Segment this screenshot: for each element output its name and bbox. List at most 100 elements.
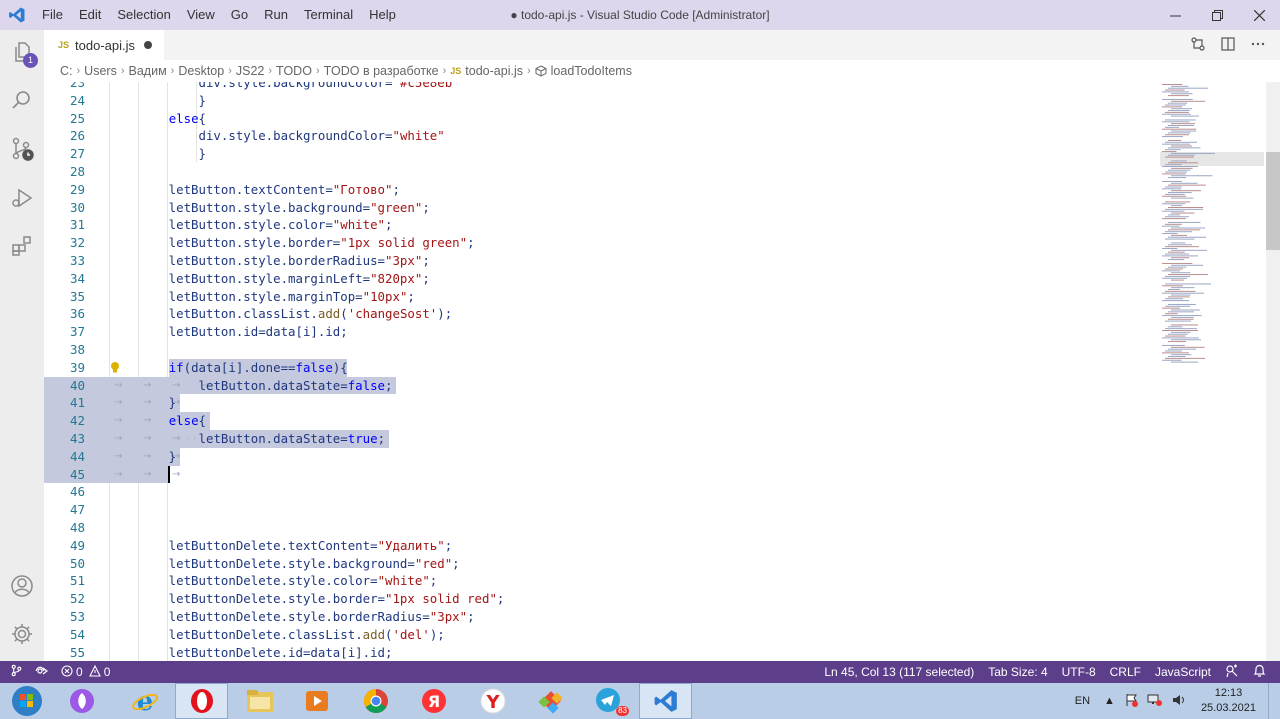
system-clock[interactable]: 12:13 25.03.2021	[1201, 686, 1256, 716]
breadcrumb-item[interactable]: Вадим	[129, 64, 167, 78]
menu-edit[interactable]: Edit	[71, 0, 109, 30]
breadcrumb-item[interactable]: Users	[84, 64, 117, 78]
menu-view[interactable]: View	[179, 0, 223, 30]
breadcrumb-item[interactable]: TODO в разработке	[324, 64, 439, 78]
flag-icon[interactable]	[1125, 693, 1139, 710]
code-line[interactable]: → → → 45	[44, 465, 1164, 484]
code-line[interactable]: 52 letButtonDelete.style.border="1px sol…	[44, 590, 1164, 608]
chrome-icon[interactable]	[349, 683, 402, 719]
source-control-icon[interactable]	[0, 127, 44, 171]
code-line[interactable]: 34 letButton.style.marginLeft="820px";	[44, 270, 1164, 288]
yandex-icon[interactable]: Я	[407, 683, 460, 719]
menu-file[interactable]: File	[34, 0, 71, 30]
settings-gear-icon[interactable]	[0, 612, 44, 656]
end-of-line[interactable]: CRLF	[1110, 665, 1141, 679]
yandex-browser-icon[interactable]: Y	[466, 683, 519, 719]
encoding[interactable]: UTF-8	[1062, 665, 1096, 679]
tab-todo-api[interactable]: JS todo-api.js	[44, 30, 164, 60]
code-line[interactable]: 24 }	[44, 92, 1164, 110]
explorer-icon[interactable]: 1	[0, 30, 44, 74]
tab-size[interactable]: Tab Size: 4	[988, 665, 1047, 679]
menu-selection[interactable]: Selection	[109, 0, 178, 30]
git-icon[interactable]	[524, 683, 577, 719]
more-actions-icon[interactable]	[1250, 36, 1266, 55]
code-line[interactable]: 23 div.style.backgroundColor="#c5e8eb"	[44, 82, 1164, 92]
app-purple-icon[interactable]	[55, 683, 108, 719]
code-line[interactable]: 53 letButtonDelete.style.borderRadius="3…	[44, 608, 1164, 626]
volume-icon[interactable]	[1171, 693, 1187, 710]
code-line[interactable]: 51 letButtonDelete.style.color="white";	[44, 572, 1164, 590]
run-debug-icon[interactable]	[0, 176, 44, 220]
minimize-button[interactable]	[1154, 0, 1196, 30]
code-line[interactable]: 38	[44, 341, 1164, 359]
code-line[interactable]: 39 if(data[i].done==false){	[44, 358, 1164, 377]
network-icon[interactable]	[1147, 693, 1163, 710]
media-player-icon[interactable]	[290, 683, 343, 719]
breadcrumb-file[interactable]: todo-api.js	[465, 64, 523, 78]
telegram-icon[interactable]: 83	[582, 683, 635, 719]
extensions-icon[interactable]	[0, 224, 44, 268]
code-line[interactable]: 35 letButton.style.marginTop="10px";	[44, 288, 1164, 306]
code-line[interactable]: 37 letButton.id=data[i].id;	[44, 323, 1164, 341]
code-line[interactable]: 29 letButton.textContent="Готово";	[44, 181, 1164, 199]
code-line[interactable]: 28	[44, 163, 1164, 181]
minimap[interactable]	[1160, 82, 1264, 661]
language-mode[interactable]: JavaScript	[1155, 665, 1211, 679]
code-line[interactable]: 30 letButton.style.background="green";	[44, 199, 1164, 217]
restore-button[interactable]	[1196, 0, 1238, 30]
show-hidden-icons-icon[interactable]: ▲	[1104, 695, 1115, 707]
lightbulb-icon[interactable]	[110, 361, 120, 373]
opera-icon[interactable]	[175, 683, 228, 719]
open-changes-icon[interactable]	[1190, 36, 1206, 55]
code-line[interactable]: 50 letButtonDelete.style.background="red…	[44, 555, 1164, 573]
code-line[interactable]: → → → 42 else{	[44, 412, 1164, 430]
code-line[interactable]: 25 else{	[44, 110, 1164, 128]
menu-run[interactable]: Run	[256, 0, 296, 30]
breadcrumb-item[interactable]: C:	[60, 64, 73, 78]
source-control-branch-icon[interactable]	[10, 664, 23, 680]
code-editor[interactable]: 23 div.style.backgroundColor="#c5e8eb" 24…	[44, 82, 1280, 661]
code-line[interactable]: 48	[44, 519, 1164, 537]
code-line[interactable]: 46	[44, 483, 1164, 501]
show-desktop-button[interactable]	[1268, 683, 1280, 719]
breadcrumb-item[interactable]: Desktop	[178, 64, 224, 78]
code-line[interactable]: 31 letButton.style.color="white";	[44, 216, 1164, 234]
code-line[interactable]: 49 letButtonDelete.textContent="Удалить"…	[44, 537, 1164, 555]
vertical-scrollbar[interactable]	[1266, 82, 1280, 661]
split-editor-icon[interactable]	[1220, 36, 1236, 55]
code-line[interactable]: 32 letButton.style.border="1px solid gre…	[44, 234, 1164, 252]
menu-help[interactable]: Help	[361, 0, 404, 30]
unsaved-dot-icon[interactable]	[144, 41, 152, 49]
account-icon[interactable]	[0, 564, 44, 608]
problems-indicator[interactable]: 0 0	[61, 664, 110, 680]
live-share-icon[interactable]	[35, 665, 49, 680]
code-line[interactable]: 54 letButtonDelete.classList.add('del');	[44, 626, 1164, 644]
close-button[interactable]	[1238, 0, 1280, 30]
code-line[interactable]: 36 letButton.classList.add('changeSost')…	[44, 305, 1164, 323]
code-line[interactable]: 55 letButtonDelete.id=data[i].id;	[44, 644, 1164, 661]
menu-terminal[interactable]: Terminal	[296, 0, 361, 30]
start-orb-icon[interactable]	[0, 683, 53, 719]
code-line[interactable]: 47	[44, 501, 1164, 519]
notifications-bell-icon[interactable]	[1253, 664, 1266, 681]
menu-go[interactable]: Go	[223, 0, 256, 30]
scrollbar-thumb[interactable]	[1266, 152, 1280, 250]
breadcrumb-item[interactable]: TODO	[276, 64, 312, 78]
code-line[interactable]: 27 }	[44, 145, 1164, 163]
whitespace-arrow-icon: →	[114, 468, 123, 480]
feedback-icon[interactable]	[1225, 664, 1239, 681]
internet-explorer-icon[interactable]: e	[118, 683, 171, 719]
breadcrumb-item[interactable]: JS22	[236, 64, 265, 78]
file-explorer-icon[interactable]	[233, 683, 286, 719]
code-line[interactable]: → → → → 40 letButton.dataState=false;	[44, 376, 1164, 395]
code-line[interactable]: 26 div.style.backgroundColor="white"	[44, 127, 1164, 145]
code-line[interactable]: 33 letButton.style.borderRadius="3px";	[44, 252, 1164, 270]
code-line[interactable]: → → → 41 }	[44, 394, 1164, 413]
breadcrumb-symbol[interactable]: loadTodoItems	[551, 64, 632, 78]
vscode-icon[interactable]	[639, 683, 692, 719]
code-line[interactable]: → → → 44 }	[44, 447, 1164, 466]
input-language[interactable]: EN	[1075, 695, 1090, 707]
code-line[interactable]: → → → 43 ····letButton.dataState=true;	[44, 430, 1164, 448]
search-icon[interactable]	[0, 78, 44, 122]
cursor-position[interactable]: Ln 45, Col 13 (117 selected)	[824, 665, 974, 679]
